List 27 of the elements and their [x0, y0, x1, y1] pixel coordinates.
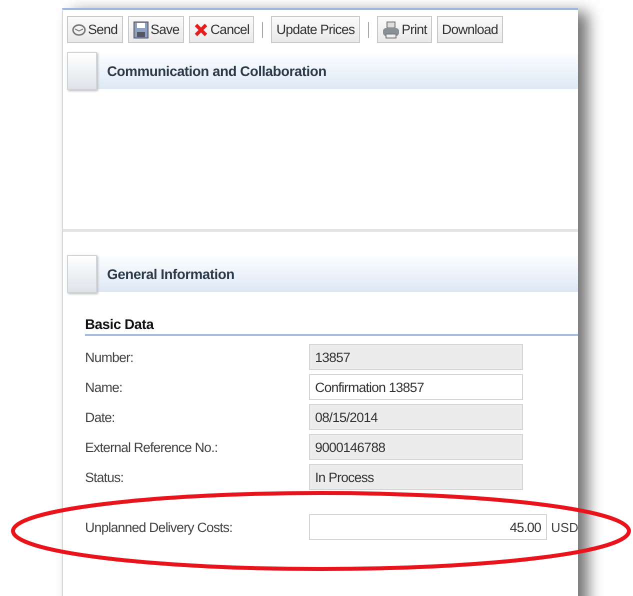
input-field: 08/15/2014: [309, 404, 523, 430]
input-field[interactable]: Confirmation 13857: [309, 374, 523, 400]
toolbar-button[interactable]: Download: [436, 16, 503, 43]
printer-icon: [382, 20, 400, 38]
field-label: Date:: [85, 410, 116, 424]
input-field[interactable]: 45.00: [309, 514, 547, 540]
field-label: External Reference No.:: [85, 440, 219, 454]
toolbar-button[interactable]: Print: [376, 16, 432, 43]
envelope-icon: [72, 24, 86, 36]
currency-label: USD: [551, 520, 578, 534]
toolbar-button[interactable]: Save: [128, 16, 184, 43]
subsection-title: Basic Data: [85, 316, 578, 336]
toolbar-button[interactable]: Send: [67, 16, 123, 43]
toolbar-button[interactable]: Cancel: [189, 16, 254, 43]
document-icon: [67, 255, 97, 293]
field-label: Name:: [85, 380, 124, 394]
field-label: Status:: [85, 470, 125, 484]
document-icon: [67, 52, 97, 90]
cancel-icon: [194, 22, 208, 36]
section-title: Communication and Collaboration: [107, 63, 326, 79]
input-field: 9000146788: [309, 434, 523, 460]
field-label: Number:: [85, 350, 134, 364]
input-field: In Process: [309, 464, 523, 490]
field-label: Unplanned Delivery Costs:: [85, 520, 234, 534]
input-field: 13857: [309, 344, 523, 370]
toolbar-button[interactable]: Update Prices: [271, 16, 360, 43]
section-title: General Information: [107, 266, 234, 282]
